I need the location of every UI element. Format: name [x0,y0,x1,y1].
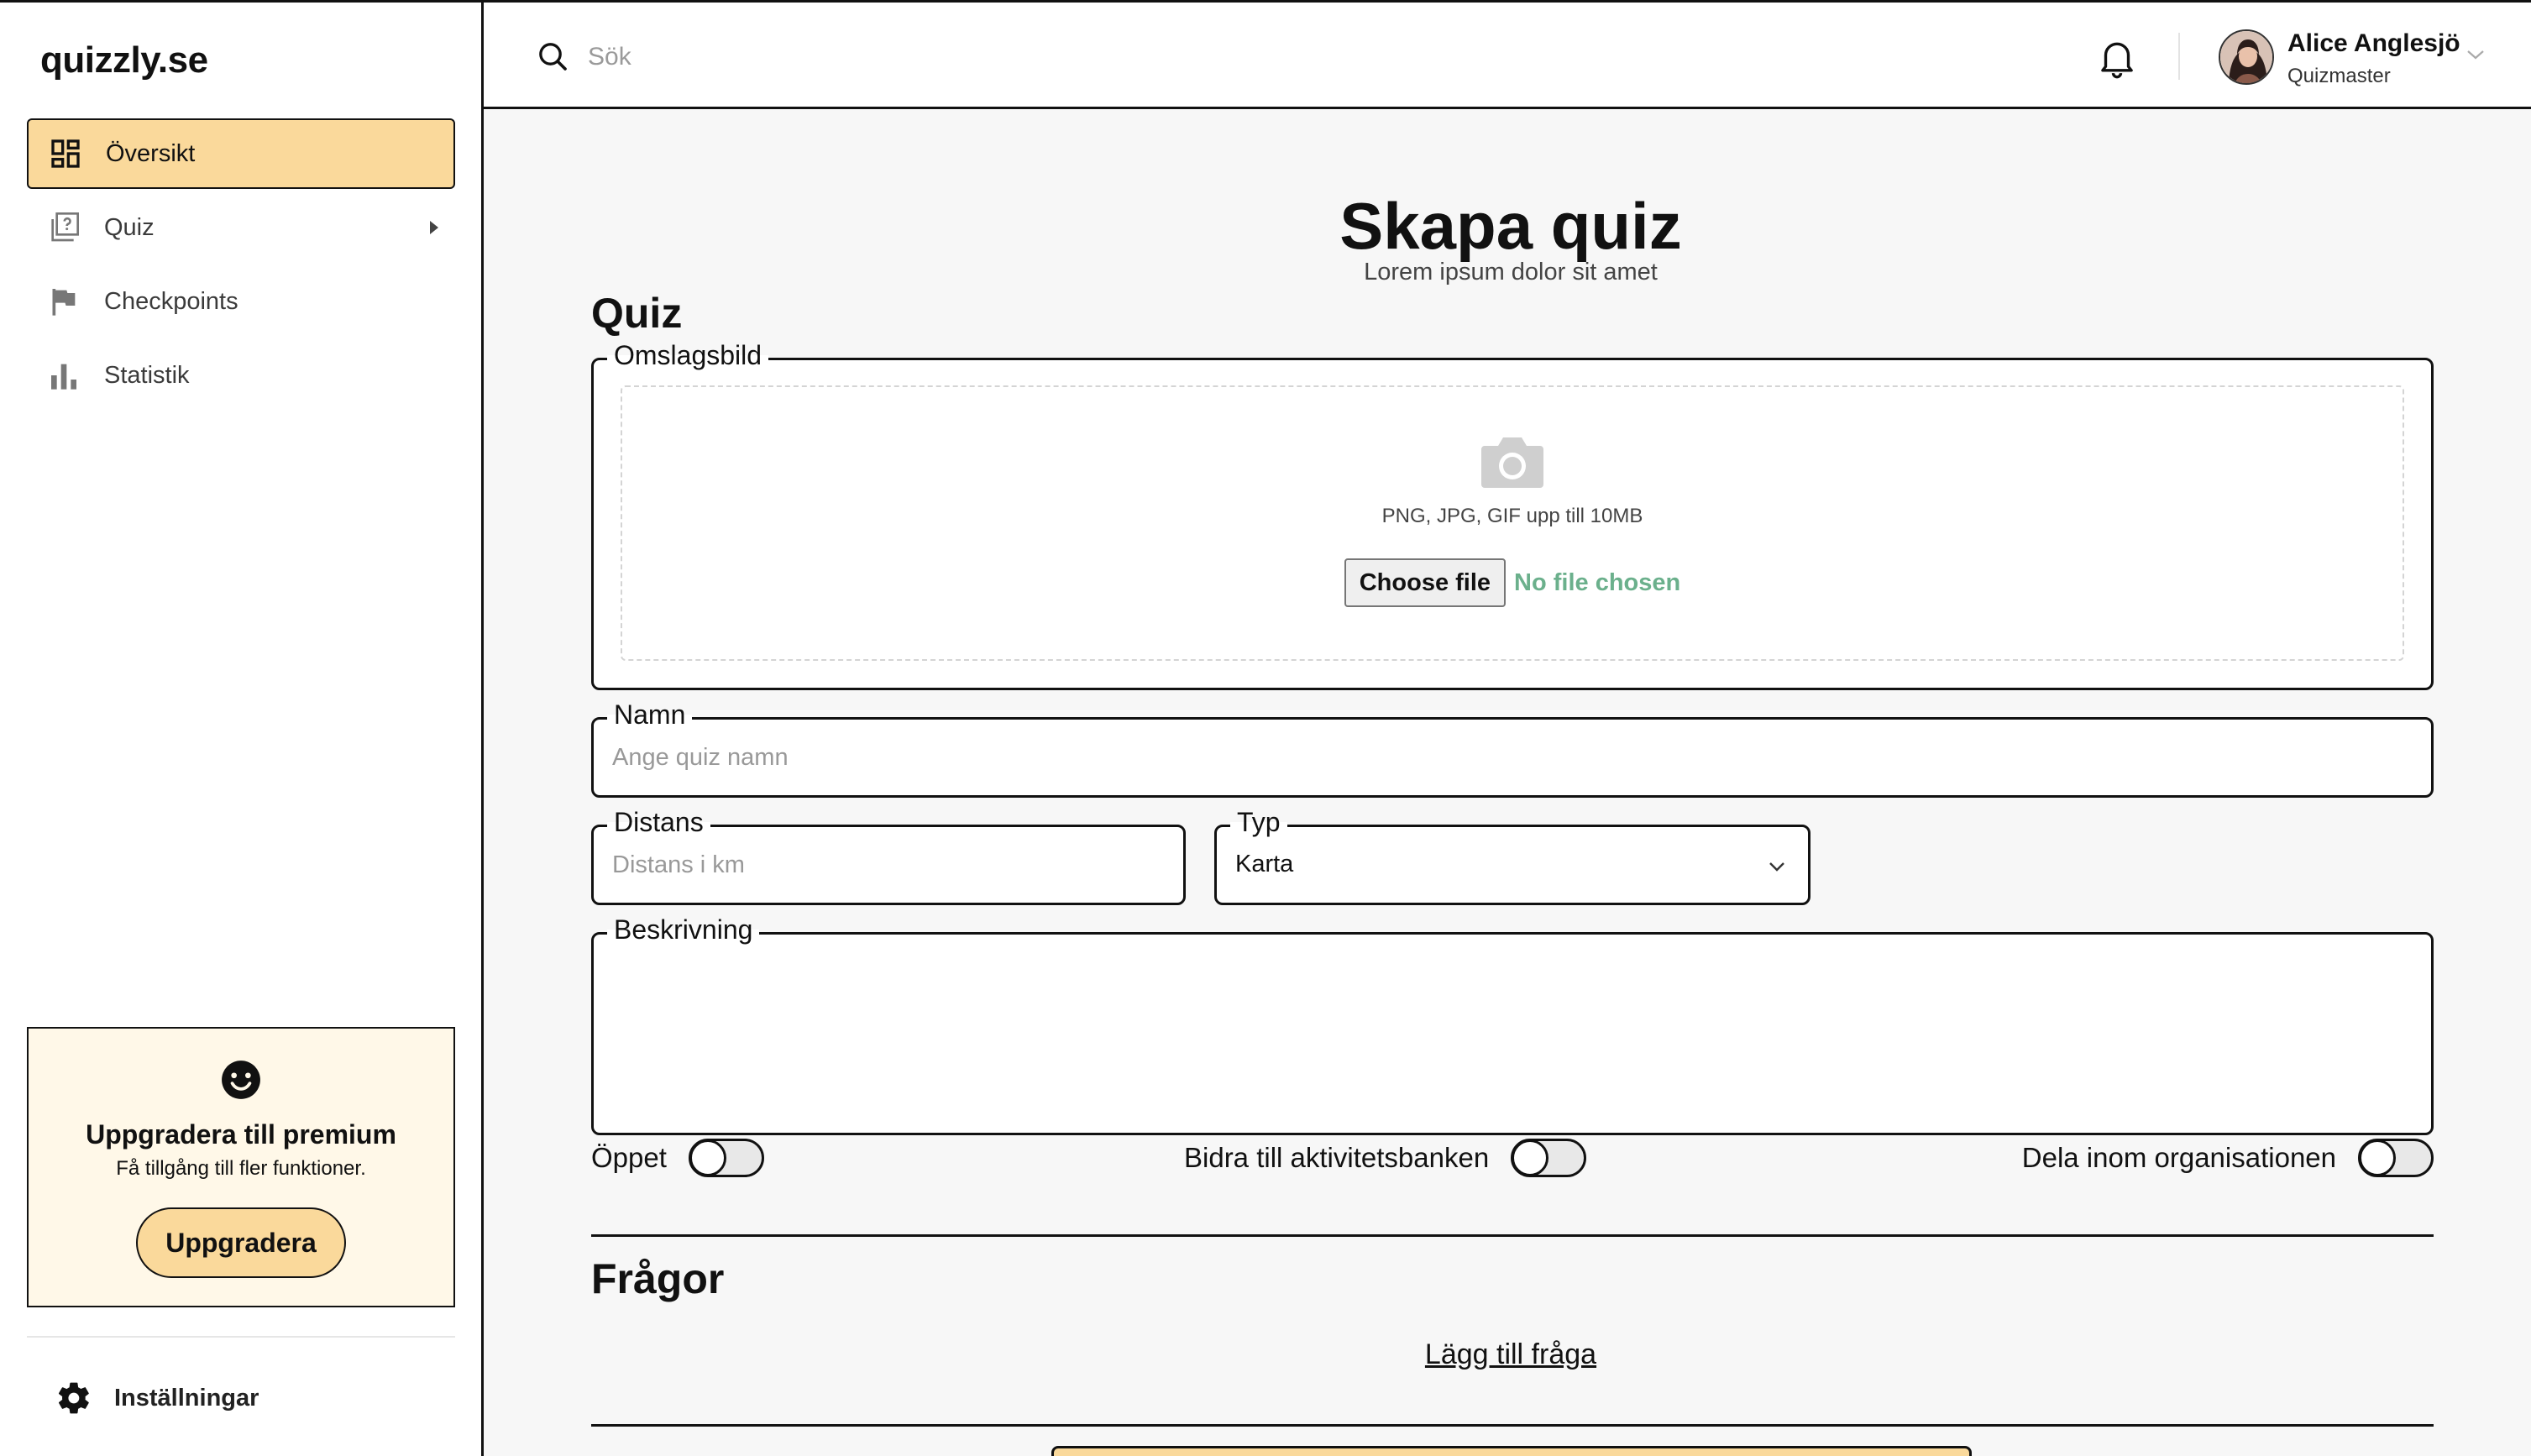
section-title-quiz: Quiz [591,290,683,337]
toggle-contribute[interactable]: Bidra till aktivitetsbanken [1184,1139,1587,1177]
type-select[interactable]: Typ Karta [1214,805,1810,905]
upload-hint: PNG, JPG, GIF upp till 10MB [1381,505,1643,527]
distance-field: Distans [591,805,1186,905]
toggle-label: Öppet [591,1142,667,1173]
promo-subtitle: Få tillgång till fler funktioner. [116,1157,366,1180]
cover-image-legend: Omslagsbild [607,338,769,372]
sidebar-item-statistik[interactable]: Statistik [27,340,455,411]
toggle-label: Dela inom organisationen [2021,1142,2336,1173]
page-title: Skapa quiz [1339,189,1682,263]
search-icon [536,39,569,73]
topbar-separator [2178,33,2180,80]
promo-title: Uppgradera till premium [86,1119,396,1150]
section-divider [591,1234,2434,1237]
gear-icon [55,1380,92,1417]
toggle-switch[interactable] [1511,1139,1587,1177]
avatar[interactable] [2219,29,2274,85]
user-role: Quizmaster [2287,65,2391,87]
user-name[interactable]: Alice Anglesjö [2287,29,2460,58]
sidebar-item-label: Checkpoints [104,287,238,315]
sidebar-item-quiz[interactable]: Quiz [27,192,455,263]
toggle-row: Öppet Bidra till aktivitetsbanken Dela i… [591,1139,2434,1181]
toggle-open[interactable]: Öppet [591,1139,764,1177]
toggle-share-org[interactable]: Dela inom organisationen [2022,1139,2434,1177]
section-divider [591,1424,2434,1427]
image-dropzone[interactable]: PNG, JPG, GIF upp till 10MB Choose file … [621,385,2404,661]
description-textarea[interactable] [612,935,2413,1133]
settings-label: Inställningar [114,1384,259,1411]
main-content: Skapa quiz Lorem ipsum dolor sit amet Qu… [484,109,2531,1456]
premium-promo-card: Uppgradera till premium Få tillgång till… [27,1027,455,1307]
page-subtitle: Lorem ipsum dolor sit amet [1364,259,1658,285]
type-select-value: Karta [1235,851,1294,877]
description-field: Beskrivning [591,913,2434,1135]
smile-icon [220,1059,262,1101]
chevron-down-icon[interactable] [2464,46,2487,63]
search-input[interactable] [588,34,1596,80]
cover-image-field: Omslagsbild PNG, JPG, GIF upp till 10MB … [591,338,2434,690]
dashboard-icon [49,137,82,170]
bar-chart-icon [47,359,81,392]
quiz-name-input[interactable] [612,720,2413,795]
sidebar-divider [27,1336,455,1338]
submit-button[interactable] [1051,1446,1972,1456]
topbar: Alice Anglesjö Quizmaster [484,0,2531,109]
sidebar-item-oversikt[interactable]: Översikt [27,118,455,189]
sidebar-item-label: Statistik [104,361,190,389]
toggle-switch[interactable] [688,1139,764,1177]
file-picker: Choose file No file chosen [622,558,2403,607]
file-status: No file chosen [1514,568,1681,596]
sidebar-item-checkpoints[interactable]: Checkpoints [27,266,455,337]
section-title-questions: Frågor [591,1255,725,1302]
settings-link[interactable]: Inställningar [55,1380,259,1417]
toggle-label: Bidra till aktivitetsbanken [1184,1142,1490,1173]
caret-right-icon [430,221,438,234]
toggle-switch[interactable] [2358,1139,2434,1177]
sidebar-item-label: Översikt [106,139,196,167]
upgrade-button[interactable]: Uppgradera [136,1207,346,1278]
sidebar: quizzly.se Översikt Quiz Checkpoints Sta… [0,0,484,1456]
sidebar-nav: Översikt Quiz Checkpoints Statistik [27,118,455,414]
choose-file-button[interactable]: Choose file [1344,558,1507,607]
add-question-link[interactable]: Lägg till fråga [484,1338,2531,1371]
chevron-down-icon [1766,859,1788,874]
sidebar-item-label: Quiz [104,213,155,241]
flag-icon [47,285,81,318]
bell-icon[interactable] [2094,34,2140,80]
brand-logo[interactable]: quizzly.se [40,39,208,81]
camera-icon [1478,432,1547,493]
quiz-icon [47,211,81,244]
distance-input[interactable] [612,827,1165,903]
name-field: Namn [591,698,2434,798]
type-legend: Typ [1230,805,1287,839]
